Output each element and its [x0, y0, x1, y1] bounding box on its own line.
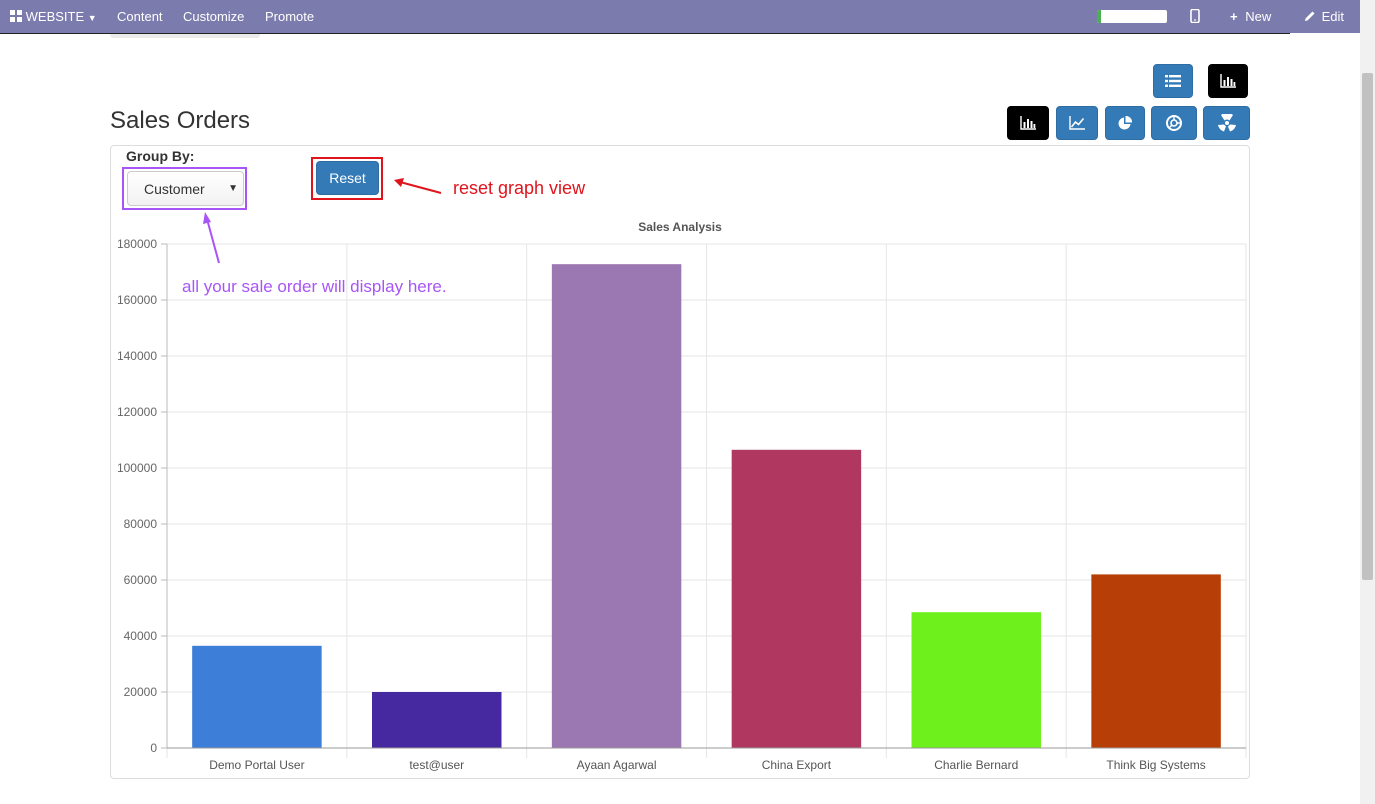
chart-svg: 0 20000 40000 60000 80000 100000 120000 140000 1… — [117, 178, 1247, 772]
y-tick-label: 80000 — [124, 517, 158, 531]
y-tick-label: 100000 — [117, 461, 157, 475]
groupby-arrow — [203, 212, 220, 264]
bar[interactable] — [1091, 574, 1221, 748]
x-tick-label: test@user — [409, 758, 464, 772]
chart-title: Sales Analysis — [638, 220, 722, 234]
y-tick-label: 140000 — [117, 349, 157, 363]
y-tick-label: 120000 — [117, 405, 157, 419]
reset-arrow — [394, 178, 442, 194]
bar[interactable] — [192, 645, 322, 748]
x-tick-label: Ayaan Agarwal — [577, 758, 657, 772]
y-tick-label: 60000 — [124, 573, 158, 587]
x-tick-label: Think Big Systems — [1106, 758, 1205, 772]
x-tick-label: Charlie Bernard — [934, 758, 1018, 772]
x-tick-label: Demo Portal User — [209, 758, 304, 772]
y-tick-label: 40000 — [124, 629, 158, 643]
bar[interactable] — [551, 264, 682, 748]
bar[interactable] — [731, 449, 862, 748]
chart-grid — [166, 243, 1247, 758]
bar[interactable] — [911, 612, 1041, 748]
y-tick-label: 20000 — [124, 685, 158, 699]
bar[interactable] — [372, 692, 502, 748]
y-tick-label: 0 — [150, 741, 157, 755]
x-tick-label: China Export — [762, 758, 832, 772]
y-tick-label: 180000 — [117, 237, 157, 251]
y-tick-label: 160000 — [117, 293, 157, 307]
